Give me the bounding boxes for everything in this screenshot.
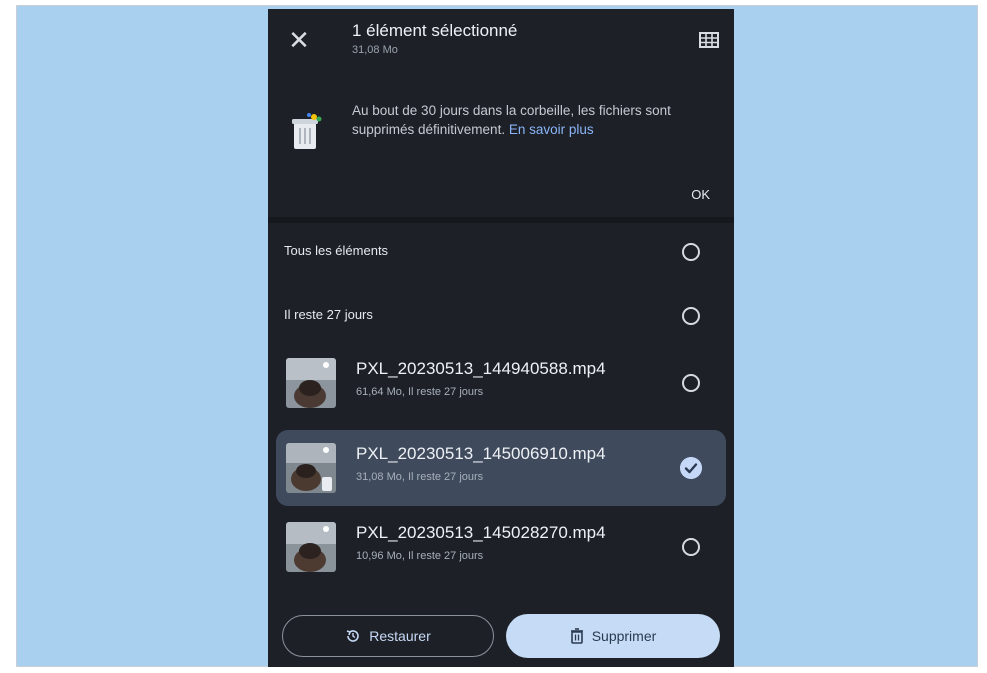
restore-label: Restaurer (369, 628, 431, 644)
file-select-radio[interactable] (682, 538, 700, 556)
selection-toolbar: ✕ 1 élément sélectionné 31,08 Mo (268, 9, 734, 83)
all-items-row[interactable]: Tous les éléments (268, 223, 734, 279)
file-select-radio[interactable] (682, 374, 700, 392)
file-row-selected[interactable]: PXL_20230513_145006910.mp4 31,08 Mo, Il … (276, 430, 726, 506)
action-bar: Restaurer Supprimer (268, 607, 734, 667)
banner-message: Au bout de 30 jours dans la corbeille, l… (352, 101, 712, 139)
video-thumbnail (286, 522, 336, 572)
video-thumbnail (286, 443, 336, 493)
restore-icon (347, 630, 360, 642)
file-name: PXL_20230513_145028270.mp4 (356, 523, 606, 542)
restore-button[interactable]: Restaurer (282, 615, 494, 657)
file-meta: 10,96 Mo, Il reste 27 jours (356, 550, 484, 562)
group-label: Il reste 27 jours (284, 307, 373, 322)
all-items-label: Tous les éléments (284, 243, 389, 258)
select-all-radio[interactable] (682, 243, 700, 261)
grid-view-icon[interactable] (698, 29, 720, 51)
selection-title: 1 élément sélectionné (352, 21, 518, 40)
file-name: PXL_20230513_145006910.mp4 (356, 444, 606, 463)
learn-more-link[interactable]: En savoir plus (509, 122, 594, 137)
file-name: PXL_20230513_144940588.mp4 (356, 359, 606, 378)
file-meta: 61,64 Mo, Il reste 27 jours (356, 386, 484, 398)
trash-screen: ✕ 1 élément sélectionné 31,08 Mo Au bout… (268, 9, 734, 667)
file-meta: 31,08 Mo, Il reste 27 jours (356, 471, 484, 483)
group-header-row[interactable]: Il reste 27 jours (268, 287, 734, 343)
delete-icon (570, 628, 583, 644)
delete-label: Supprimer (591, 628, 657, 644)
file-row[interactable]: PXL_20230513_144940588.mp4 61,64 Mo, Il … (276, 345, 726, 421)
file-row[interactable]: PXL_20230513_145028270.mp4 10,96 Mo, Il … (276, 509, 726, 585)
ok-button[interactable]: OK (691, 187, 710, 202)
delete-button[interactable]: Supprimer (506, 614, 720, 658)
checkmark-icon[interactable] (680, 457, 702, 479)
trash-bin-icon (292, 113, 322, 149)
video-thumbnail (286, 358, 336, 408)
selection-size: 31,08 Mo (352, 44, 398, 56)
trash-info-banner: Au bout de 30 jours dans la corbeille, l… (268, 83, 734, 219)
select-group-radio[interactable] (682, 307, 700, 325)
close-icon[interactable]: ✕ (284, 25, 314, 55)
